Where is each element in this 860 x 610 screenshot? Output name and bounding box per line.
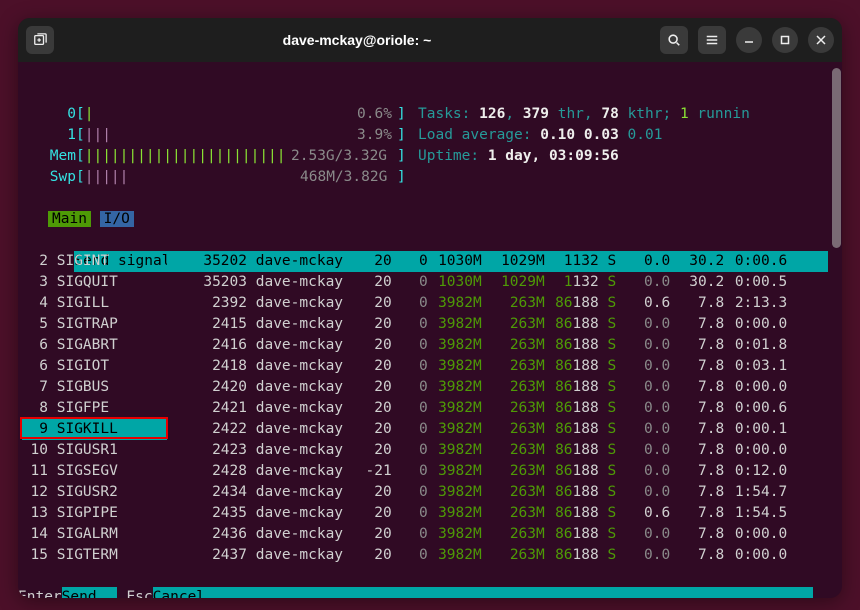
tab-bar: Main I/O <box>22 209 828 230</box>
signal-item-sigusr1[interactable]: 10 SIGUSR1 <box>22 440 167 461</box>
table-row: 12 SIGUSR22434 dave-mckay2003982M263M861… <box>22 482 828 503</box>
signal-item-sigabrt[interactable]: 6 SIGABRT <box>22 335 167 356</box>
process-row[interactable]: 2436 dave-mckay2003982M263M86188 S0.07.8… <box>167 524 828 545</box>
signal-item-sigalrm[interactable]: 14 SIGALRM <box>22 524 167 545</box>
signal-item-sigiot[interactable]: 6 SIGIOT <box>22 356 167 377</box>
tab-main[interactable]: Main <box>48 211 91 227</box>
uptime-line: Uptime: 1 day, 03:09:56 <box>418 146 828 167</box>
key-esc: Esc <box>117 587 153 598</box>
new-tab-button[interactable] <box>26 26 54 54</box>
terminal-window: dave-mckay@oriole: ~ 0[|0.6%] 1[|||3.9%]… <box>18 18 842 598</box>
table-row: 10 SIGUSR12423 dave-mckay2003982M263M861… <box>22 440 828 461</box>
process-row[interactable]: 2421 dave-mckay2003982M263M86188 S0.07.8… <box>167 398 828 419</box>
minimize-button[interactable] <box>736 27 762 53</box>
scrollbar[interactable] <box>832 68 841 248</box>
table-row: 14 SIGALRM2436 dave-mckay2003982M263M861… <box>22 524 828 545</box>
action-send[interactable]: Send <box>62 587 117 598</box>
table-row: 6 SIGABRT2416 dave-mckay2003982M263M8618… <box>22 335 828 356</box>
signal-item-sigint[interactable]: 2 SIGINT <box>22 251 167 272</box>
signal-item-sigusr2[interactable]: 12 SIGUSR2 <box>22 482 167 503</box>
menu-button[interactable] <box>698 26 726 54</box>
signal-item-sigbus[interactable]: 7 SIGBUS <box>22 377 167 398</box>
table-row: 2 SIGINT35202 dave-mckay2001030M1029M113… <box>22 251 828 272</box>
table-row: 4 SIGILL2392 dave-mckay2003982M263M86188… <box>22 293 828 314</box>
process-row[interactable]: 2416 dave-mckay2003982M263M86188 S0.07.8… <box>167 335 828 356</box>
table-row: 7 SIGBUS2420 dave-mckay2003982M263M86188… <box>22 377 828 398</box>
search-button[interactable] <box>660 26 688 54</box>
close-button[interactable] <box>808 27 834 53</box>
footer-bar: EnterSendEscCancel <box>18 587 842 598</box>
signal-item-sigtrap[interactable]: 5 SIGTRAP <box>22 314 167 335</box>
table-row: 15 SIGTERM2437 dave-mckay2003982M263M861… <box>22 545 828 566</box>
table-row: 6 SIGIOT2418 dave-mckay2003982M263M86188… <box>22 356 828 377</box>
key-enter: Enter <box>18 589 62 598</box>
signal-item-sigill[interactable]: 4 SIGILL <box>22 293 167 314</box>
table-row: 9 SIGKILL2422 dave-mckay2003982M263M8618… <box>22 419 828 440</box>
table-row: 13 SIGPIPE2435 dave-mckay2003982M263M861… <box>22 503 828 524</box>
process-row[interactable]: 35202 dave-mckay2001030M1029M1132 S0.030… <box>167 251 828 272</box>
terminal-content: 0[|0.6%] 1[|||3.9%] Mem[||||||||||||||||… <box>18 62 842 598</box>
process-row[interactable]: 2418 dave-mckay2003982M263M86188 S0.07.8… <box>167 356 828 377</box>
process-row[interactable]: 2428 dave-mckay-2103982M263M86188 S0.07.… <box>167 461 828 482</box>
window-title: dave-mckay@oriole: ~ <box>54 32 660 48</box>
table-row: 3 SIGQUIT35203 dave-mckay2001030M1029M11… <box>22 272 828 293</box>
process-row[interactable]: 2422 dave-mckay2003982M263M86188 S0.07.8… <box>167 419 828 440</box>
maximize-button[interactable] <box>772 27 798 53</box>
tab-io[interactable]: I/O <box>100 211 134 227</box>
tasks-line: Tasks: 126, 379 thr, 78 kthr; 1 runnin <box>418 104 828 125</box>
signal-item-sigfpe[interactable]: 8 SIGFPE <box>22 398 167 419</box>
signal-item-sigkill[interactable]: 9 SIGKILL <box>22 419 167 440</box>
signal-item-sigpipe[interactable]: 13 SIGPIPE <box>22 503 167 524</box>
signal-item-sigterm[interactable]: 15 SIGTERM <box>22 545 167 566</box>
table-row: 11 SIGSEGV2428 dave-mckay-2103982M263M86… <box>22 461 828 482</box>
process-row[interactable]: 2392 dave-mckay2003982M263M86188 S0.67.8… <box>167 293 828 314</box>
process-row[interactable]: 2434 dave-mckay2003982M263M86188 S0.07.8… <box>167 482 828 503</box>
header-row: Send signal:PID USERPRINIVIRTRESSHR SCPU… <box>22 230 828 251</box>
action-cancel[interactable]: Cancel <box>153 587 813 598</box>
swap-meter: Swp[|||||468M/3.82G] <box>22 167 828 188</box>
table-row: 5 SIGTRAP2415 dave-mckay2003982M263M8618… <box>22 314 828 335</box>
signal-item-sigquit[interactable]: 3 SIGQUIT <box>22 272 167 293</box>
process-row[interactable]: 35203 dave-mckay2001030M1029M1132 S0.030… <box>167 272 828 293</box>
process-row[interactable]: 2423 dave-mckay2003982M263M86188 S0.07.8… <box>167 440 828 461</box>
signal-item-sigsegv[interactable]: 11 SIGSEGV <box>22 461 167 482</box>
titlebar: dave-mckay@oriole: ~ <box>18 18 842 62</box>
table-row: 8 SIGFPE2421 dave-mckay2003982M263M86188… <box>22 398 828 419</box>
process-row[interactable]: 2435 dave-mckay2003982M263M86188 S0.67.8… <box>167 503 828 524</box>
process-row[interactable]: 2415 dave-mckay2003982M263M86188 S0.07.8… <box>167 314 828 335</box>
load-line: Load average: 0.10 0.03 0.01 <box>418 125 828 146</box>
process-row[interactable]: 2420 dave-mckay2003982M263M86188 S0.07.8… <box>167 377 828 398</box>
process-row[interactable]: 2437 dave-mckay2003982M263M86188 S0.07.8… <box>167 545 828 566</box>
